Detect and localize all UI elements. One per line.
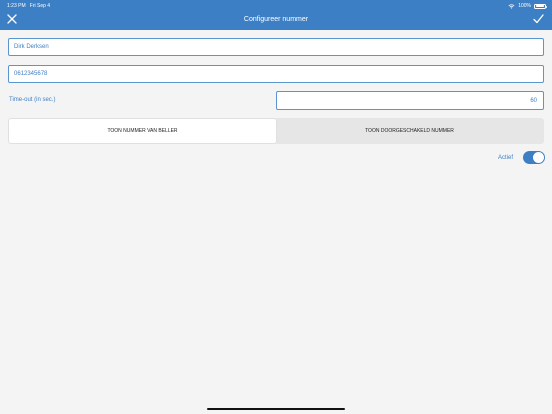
phone-field[interactable]: 0612345678 [8, 65, 544, 83]
checkmark-icon[interactable] [533, 14, 544, 24]
number-display-segmented-control: TOON NUMMER VAN BELLER TOON DOORGESCHAKE… [8, 118, 544, 144]
timeout-field-value: 60 [530, 97, 537, 104]
battery-icon [534, 3, 547, 9]
timeout-label: Time-out (in sec.) [9, 97, 56, 103]
home-indicator[interactable] [207, 408, 345, 410]
segment-show-caller-number[interactable]: TOON NUMMER VAN BELLER [9, 119, 276, 143]
status-indicators: 100% [508, 3, 547, 9]
active-toggle-label: Actief [498, 155, 514, 161]
navigation-bar: 1:23 PM Fri Sep 4 100% Configureer numme… [0, 0, 552, 30]
segment-show-forwarded-number[interactable]: TOON DOORGESCHAKELD NUMMER [276, 119, 543, 143]
status-date: Fri Sep 4 [29, 3, 51, 9]
name-field[interactable]: Dirk Derksen [8, 38, 544, 56]
active-toggle[interactable] [523, 151, 545, 164]
toggle-knob [533, 152, 544, 163]
timeout-field[interactable]: 60 [276, 91, 544, 110]
battery-percent: 100% [518, 3, 531, 9]
status-time: 1:23 PM Fri Sep 4 [7, 3, 50, 9]
status-clock: 1:23 PM [7, 3, 26, 9]
name-field-value: Dirk Derksen [14, 44, 49, 50]
wifi-icon [508, 3, 515, 9]
page-title: Configureer nummer [243, 16, 309, 23]
phone-field-value: 0612345678 [14, 71, 48, 77]
